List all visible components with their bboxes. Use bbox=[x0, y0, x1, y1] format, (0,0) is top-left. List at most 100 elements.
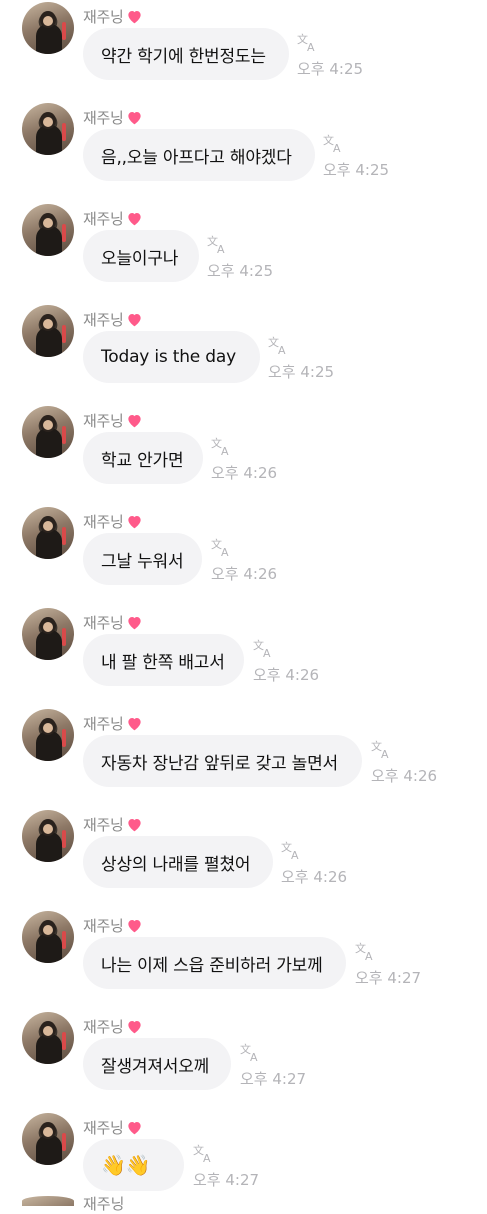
message-time: 오후 4:25 bbox=[207, 262, 274, 280]
heart-icon bbox=[127, 213, 141, 226]
sender-name: 재주닝 bbox=[83, 612, 143, 633]
translate-icon[interactable]: 文A bbox=[281, 840, 303, 860]
message-time: 오후 4:25 bbox=[323, 161, 390, 179]
message-bubble[interactable]: 학교 안가면 bbox=[83, 432, 203, 484]
message-bubble[interactable]: 자동차 장난감 앞뒤로 갖고 놀면서 bbox=[83, 735, 362, 787]
sender-name: 재주닝 bbox=[83, 410, 143, 431]
message-bubble[interactable]: 약간 학기에 한번정도는 bbox=[83, 28, 289, 80]
avatar[interactable] bbox=[22, 507, 74, 559]
translate-icon[interactable]: 文A bbox=[211, 537, 233, 557]
avatar[interactable] bbox=[22, 103, 74, 155]
sender-name: 재주닝 bbox=[83, 1117, 143, 1138]
translate-icon[interactable]: 文A bbox=[211, 436, 233, 456]
avatar[interactable] bbox=[22, 1196, 74, 1206]
avatar[interactable] bbox=[22, 810, 74, 862]
message-row: 재주닝 오늘이구나 文A 오후 4:25 bbox=[0, 202, 487, 302]
translate-icon[interactable]: 文A bbox=[297, 32, 319, 52]
sender-name: 재주닝 bbox=[83, 309, 143, 330]
heart-icon bbox=[127, 819, 141, 832]
svg-text:A: A bbox=[381, 748, 389, 759]
sender-name: 재주닝 bbox=[83, 1016, 143, 1037]
message-meta: 文A 오후 4:25 bbox=[268, 335, 334, 382]
sender-name: 재주닝 bbox=[83, 511, 143, 532]
message-text: Today is the day bbox=[101, 347, 236, 367]
message-text: 잘생겨져서오께 bbox=[101, 1056, 210, 1077]
sender-name-label: 재주닝 bbox=[83, 8, 124, 26]
sender-name-label: 재주닝 bbox=[83, 917, 124, 935]
message-text: 👋👋 bbox=[101, 1153, 151, 1177]
translate-icon[interactable]: 文A bbox=[268, 335, 290, 355]
avatar[interactable] bbox=[22, 1113, 74, 1165]
sender-name-label: 재주닝 bbox=[83, 1119, 124, 1137]
avatar[interactable] bbox=[22, 709, 74, 761]
svg-text:A: A bbox=[291, 849, 299, 860]
sender-name: 재주닝 bbox=[83, 713, 143, 734]
message-time: 오후 4:25 bbox=[297, 60, 364, 78]
avatar[interactable] bbox=[22, 305, 74, 357]
heart-icon bbox=[127, 920, 141, 933]
message-bubble[interactable]: 상상의 나래를 펼쳤어 bbox=[83, 836, 273, 888]
heart-icon bbox=[127, 1021, 141, 1034]
message-bubble[interactable]: 그날 누워서 bbox=[83, 533, 202, 585]
svg-text:A: A bbox=[250, 1051, 258, 1062]
sender-name-label: 재주닝 bbox=[83, 1018, 124, 1036]
svg-text:A: A bbox=[221, 445, 229, 456]
message-text: 약간 학기에 한번정도는 bbox=[101, 46, 266, 67]
heart-icon bbox=[127, 112, 141, 125]
message-meta: 文A 오후 4:26 bbox=[371, 739, 437, 786]
svg-text:A: A bbox=[217, 243, 225, 254]
svg-text:A: A bbox=[221, 546, 229, 557]
message-bubble[interactable]: 음,,오늘 아프다고 해야겠다 bbox=[83, 129, 315, 181]
svg-text:A: A bbox=[307, 41, 315, 52]
translate-icon[interactable]: 文A bbox=[193, 1143, 215, 1163]
message-row: 재주닝 👋👋 文A 오후 4:27 bbox=[0, 1111, 487, 1211]
message-bubble[interactable]: 잘생겨져서오께 bbox=[83, 1038, 231, 1090]
message-text: 음,,오늘 아프다고 해야겠다 bbox=[101, 147, 292, 168]
svg-text:A: A bbox=[333, 142, 341, 153]
message-time: 오후 4:27 bbox=[240, 1070, 307, 1088]
avatar[interactable] bbox=[22, 2, 74, 54]
message-text: 그날 누워서 bbox=[101, 551, 184, 572]
message-row: 재주닝 학교 안가면 文A 오후 4:26 bbox=[0, 404, 487, 504]
message-time: 오후 4:26 bbox=[211, 565, 278, 583]
message-meta: 文A 오후 4:26 bbox=[211, 537, 277, 584]
message-meta: 文A 오후 4:25 bbox=[297, 32, 363, 79]
message-time: 오후 4:26 bbox=[281, 868, 348, 886]
heart-icon bbox=[127, 718, 141, 731]
svg-text:A: A bbox=[365, 950, 373, 961]
heart-icon bbox=[127, 314, 141, 327]
translate-icon[interactable]: 文A bbox=[323, 133, 345, 153]
message-bubble[interactable]: 나는 이제 스읍 준비하러 가보께 bbox=[83, 937, 346, 989]
message-row: 재주닝 내 팔 한쪽 배고서 文A 오후 4:26 bbox=[0, 606, 487, 706]
message-text: 학교 안가면 bbox=[101, 450, 184, 471]
avatar[interactable] bbox=[22, 911, 74, 963]
message-text: 상상의 나래를 펼쳤어 bbox=[101, 854, 251, 875]
message-bubble[interactable]: 👋👋 bbox=[83, 1139, 184, 1191]
translate-icon[interactable]: 文A bbox=[240, 1042, 262, 1062]
message-bubble[interactable]: 오늘이구나 bbox=[83, 230, 199, 282]
svg-text:A: A bbox=[263, 647, 271, 658]
translate-icon[interactable]: 文A bbox=[207, 234, 229, 254]
heart-icon bbox=[127, 11, 141, 24]
heart-icon bbox=[127, 617, 141, 630]
avatar[interactable] bbox=[22, 204, 74, 256]
avatar[interactable] bbox=[22, 608, 74, 660]
heart-icon bbox=[127, 415, 141, 428]
heart-icon bbox=[127, 516, 141, 529]
message-bubble[interactable]: Today is the day bbox=[83, 331, 260, 383]
message-time: 오후 4:25 bbox=[268, 363, 335, 381]
translate-icon[interactable]: 文A bbox=[371, 739, 393, 759]
sender-name-label: 재주닝 bbox=[83, 816, 124, 834]
sender-name: 재주닝 bbox=[83, 6, 143, 27]
message-row: 재주닝 상상의 나래를 펼쳤어 文A 오후 4:26 bbox=[0, 808, 487, 908]
message-meta: 文A 오후 4:27 bbox=[355, 941, 421, 988]
translate-icon[interactable]: 文A bbox=[253, 638, 275, 658]
message-meta: 文A 오후 4:26 bbox=[281, 840, 347, 887]
message-bubble[interactable]: 내 팔 한쪽 배고서 bbox=[83, 634, 244, 686]
avatar[interactable] bbox=[22, 1012, 74, 1064]
sender-name-label: 재주닝 bbox=[83, 513, 124, 531]
avatar[interactable] bbox=[22, 406, 74, 458]
translate-icon[interactable]: 文A bbox=[355, 941, 377, 961]
sender-name-label: 재주닝 bbox=[83, 1195, 125, 1213]
svg-text:A: A bbox=[203, 1152, 211, 1163]
